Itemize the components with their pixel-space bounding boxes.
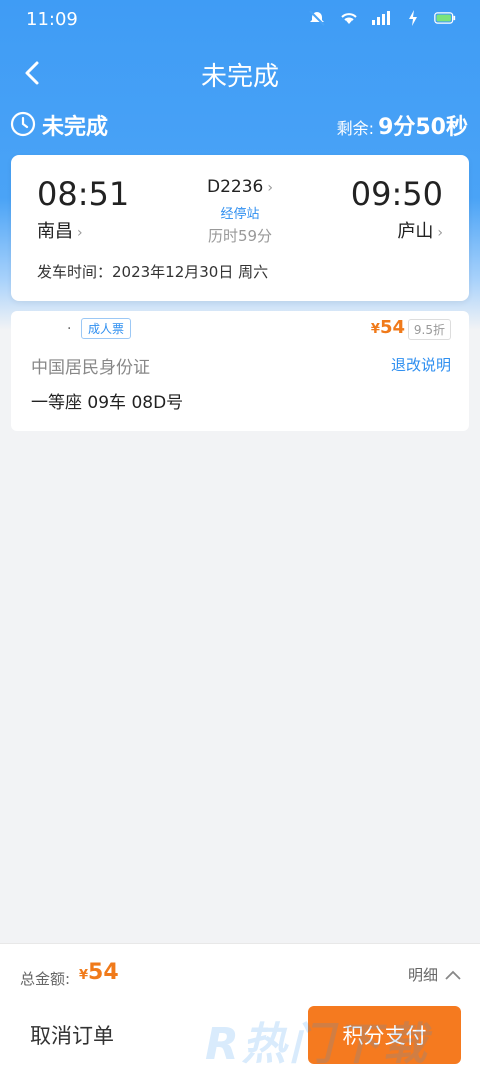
arrival-time: 09:50 [350,175,443,213]
signal-5g-icon [370,9,392,27]
remaining-time: 剩余: 9分50秒 [337,109,468,141]
passenger-name: · [67,321,72,337]
cancel-order-button[interactable]: 取消订单 [30,1020,114,1050]
order-status-label: 未完成 [42,115,109,140]
page-title: 未完成 [200,62,279,92]
id-type: 中国居民身份证 [31,358,150,378]
chevron-right-icon: › [267,180,273,196]
bottom-action-bar: 总金额: ¥54 明细 取消订单 积分支付 [0,943,480,1066]
chevron-up-icon [445,970,461,980]
train-number-text: D2236 [207,177,264,197]
wifi-icon [338,9,360,27]
total-currency: ¥ [79,968,89,983]
price-currency: ¥ [370,322,380,337]
status-time: 11:09 [26,9,78,30]
battery-icon [434,9,456,27]
mute-alarm-icon [306,9,328,27]
clock-icon [10,111,36,137]
status-bar: 11:09 [0,0,480,40]
nav-bar: 未完成 [0,48,480,98]
total-value: 54 [88,960,119,985]
departure-date: 发车时间：2023年12月30日 周六 [37,263,269,281]
refund-rules-link[interactable]: 退改说明 [391,354,451,375]
seat-info: 一等座 09车 08D号 [31,393,184,413]
passenger-card: · 成人票 ¥54 9.5折 中国居民身份证 退改说明 一等座 09车 08D号 [11,311,469,431]
details-label: 明细 [407,966,438,984]
trip-card: 08:51 南昌 › D2236 › 经停站 历时59分 09:50 庐山 › 发车时… [11,155,469,301]
ticket-price: ¥54 [371,317,405,338]
remaining-label: 剩余: [336,119,375,138]
chevron-right-icon: › [437,225,443,241]
price-value: 54 [379,317,405,338]
ticket-type-badge: 成人票 [81,318,132,339]
total-amount: ¥54 [79,960,119,985]
points-pay-button[interactable]: 积分支付 [308,1006,461,1064]
order-status-row: 未完成 剩余: 9分50秒 [0,106,480,142]
arrival-station-name: 庐山 [397,221,434,242]
arrival-station[interactable]: 庐山 › [397,217,443,243]
remaining-value: 9分50秒 [378,115,468,140]
status-icons [306,9,456,27]
discount-badge: 9.5折 [407,319,451,340]
total-label: 总金额: [20,970,71,988]
details-toggle[interactable]: 明细 [408,964,462,985]
charging-icon [402,9,424,27]
